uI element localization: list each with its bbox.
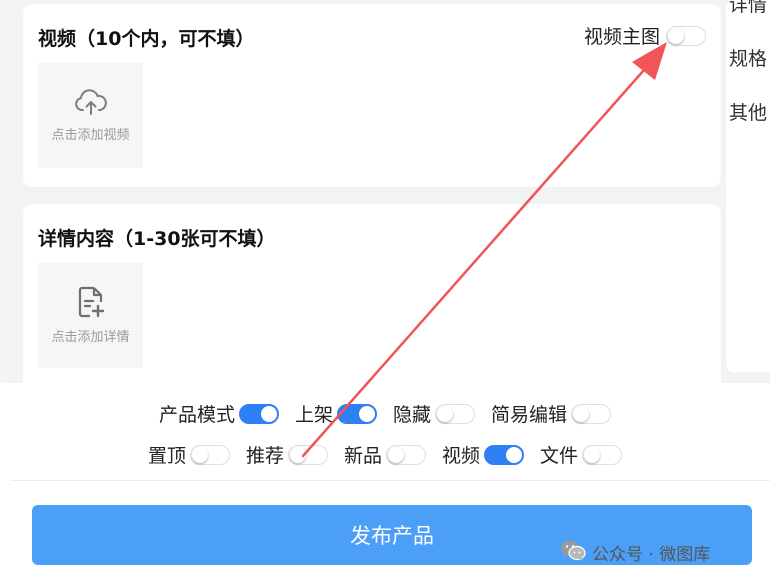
simple-edit-switch[interactable]: [571, 403, 612, 424]
watermark: 公众号 · 微图库: [560, 539, 710, 566]
video-main-image-label: 视频主图: [583, 26, 660, 48]
toggle-label: 新品: [343, 445, 382, 467]
toggle-pin-top: 置顶: [148, 441, 230, 468]
toggle-row-2: 置顶 推荐 新品 视频 文件: [0, 441, 770, 468]
detail-card-title: 详情内容（1-30张可不填）: [38, 228, 276, 250]
switch-knob: [573, 405, 590, 422]
switch-knob: [668, 27, 684, 44]
video-main-image-toggle-row: 视频主图: [584, 22, 706, 49]
switch-knob: [260, 405, 277, 422]
switch-knob: [359, 405, 375, 422]
right-panel-label-spec: 规格: [729, 48, 768, 70]
toggle-product-mode: 产品模式: [159, 400, 279, 427]
detail-card: 详情内容（1-30张可不填） 点击添加详情: [23, 204, 721, 404]
switch-knob: [584, 446, 601, 463]
new-product-switch[interactable]: [386, 444, 426, 465]
wechat-icon: [560, 539, 586, 566]
toggle-label: 产品模式: [158, 404, 235, 426]
file-switch[interactable]: [582, 444, 623, 465]
switch-knob: [191, 446, 208, 463]
switch-knob: [437, 405, 454, 422]
toggle-simple-edit: 简易编辑: [491, 400, 612, 427]
toggle-hidden: 隐藏: [393, 400, 476, 427]
toggle-row-1: 产品模式 上架 隐藏 简易编辑: [0, 400, 770, 427]
on-shelf-switch[interactable]: [337, 403, 377, 424]
add-detail-button[interactable]: 点击添加详情: [38, 263, 143, 368]
recommend-switch[interactable]: [287, 444, 328, 465]
divider: [10, 480, 770, 481]
toggle-new-product: 新品: [344, 441, 426, 468]
toggle-on-shelf: 上架: [295, 400, 377, 427]
add-video-button[interactable]: 点击添加视频: [38, 63, 143, 168]
toggle-file: 文件: [540, 441, 623, 468]
video-main-image-switch[interactable]: [666, 25, 706, 46]
hidden-switch[interactable]: [435, 403, 476, 424]
toggle-video: 视频: [442, 441, 525, 468]
toggle-label: 上架: [294, 404, 333, 426]
switch-knob: [388, 446, 404, 463]
toggle-label: 文件: [540, 445, 579, 467]
toggle-label: 推荐: [245, 445, 284, 467]
file-add-icon: [77, 286, 105, 318]
switch-knob: [289, 446, 306, 463]
right-panel-label-detail: 详情: [729, 0, 768, 16]
toggle-label: 隐藏: [393, 404, 432, 426]
cloud-upload-icon: [74, 88, 107, 116]
toggle-label: 视频: [442, 445, 481, 467]
video-switch[interactable]: [484, 444, 525, 465]
right-panel-label-other: 其他: [729, 102, 768, 124]
watermark-text: 公众号 · 微图库: [592, 545, 711, 565]
add-video-label: 点击添加视频: [51, 128, 130, 143]
video-card: 视频（10个内，可不填） 视频主图 点击添加视频: [23, 4, 721, 187]
pin-top-switch[interactable]: [189, 444, 230, 465]
right-side-panel: 详情 规格 其他: [726, 0, 770, 372]
switch-knob: [506, 446, 523, 463]
add-detail-label: 点击添加详情: [51, 330, 130, 345]
video-card-title: 视频（10个内，可不填）: [38, 28, 255, 50]
product-mode-switch[interactable]: [238, 403, 279, 424]
toggle-label: 置顶: [147, 445, 186, 467]
toggle-label: 简易编辑: [491, 404, 568, 426]
toggle-recommend: 推荐: [246, 441, 328, 468]
